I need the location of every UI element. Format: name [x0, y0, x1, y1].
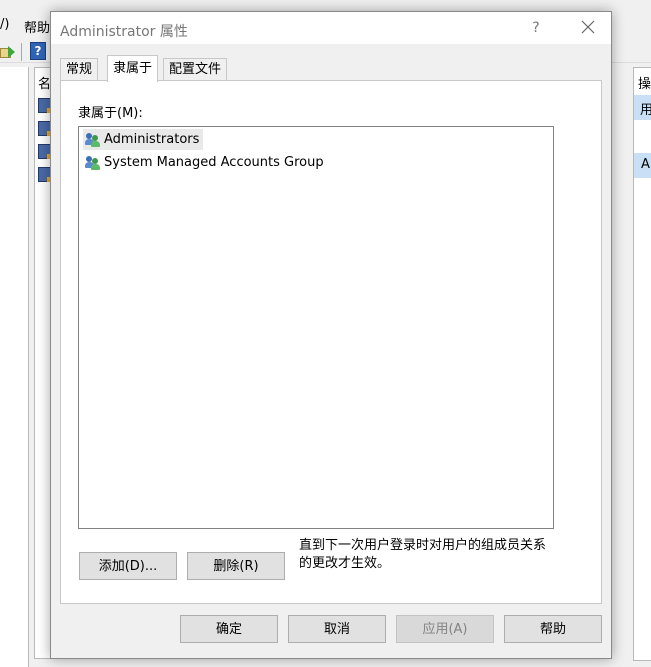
- close-button[interactable]: [571, 14, 605, 40]
- groups-listbox[interactable]: Administrators System Managed Accounts G…: [78, 126, 554, 529]
- cancel-button[interactable]: 取消: [288, 615, 386, 643]
- ok-button[interactable]: 确定: [180, 615, 278, 643]
- group-name: Administrators: [104, 132, 200, 147]
- tab-profile[interactable]: 配置文件: [163, 58, 228, 81]
- export-list-icon[interactable]: [0, 44, 16, 60]
- console-tree-pane: [0, 67, 29, 667]
- list-item[interactable]: System Managed Accounts Group: [83, 152, 328, 173]
- toolbar-separator: [21, 43, 22, 61]
- tab-strip: 常规 隶属于 配置文件: [60, 45, 600, 82]
- member-of-panel: 隶属于(M): Administrators System Managed Ac…: [60, 80, 602, 604]
- help-icon[interactable]: ?: [30, 42, 46, 60]
- membership-note-line1: 直到下一次用户登录时对用户的组成员关系: [299, 538, 547, 553]
- group-name: System Managed Accounts Group: [104, 155, 324, 170]
- menu-item-view[interactable]: /): [0, 17, 9, 32]
- menu-item-help[interactable]: 帮助: [24, 17, 50, 36]
- apply-button[interactable]: 应用(A): [396, 615, 494, 643]
- group-icon: [85, 132, 101, 147]
- membership-note-line2: 的更改才生效。: [299, 556, 391, 571]
- properties-dialog: Administrator 属性 ? 常规 隶属于 配置文件 隶属于(M): A…: [50, 11, 612, 659]
- membership-note: 直到下一次用户登录时对用户的组成员关系 的更改才生效。: [299, 537, 559, 573]
- tab-general[interactable]: 常规: [60, 58, 99, 81]
- actions-section-administrator[interactable]: A: [634, 153, 651, 178]
- actions-section-administrator-label: A: [641, 157, 650, 172]
- add-button[interactable]: 添加(D)...: [79, 552, 177, 580]
- list-item[interactable]: Administrators: [83, 129, 204, 150]
- remove-button[interactable]: 删除(R): [187, 552, 285, 580]
- group-icon: [85, 155, 101, 170]
- actions-section-users[interactable]: 用: [634, 95, 651, 120]
- title-bar: Administrator 属性 ?: [51, 12, 611, 44]
- dialog-title: Administrator 属性: [60, 24, 188, 40]
- help-button[interactable]: 帮助: [504, 615, 602, 643]
- tab-member-of[interactable]: 隶属于: [107, 55, 159, 82]
- help-question-button[interactable]: ?: [521, 18, 551, 38]
- actions-section-users-label: 用: [640, 103, 651, 118]
- close-icon: [581, 20, 595, 34]
- actions-header: 操: [638, 77, 651, 92]
- member-of-label: 隶属于(M):: [78, 106, 143, 121]
